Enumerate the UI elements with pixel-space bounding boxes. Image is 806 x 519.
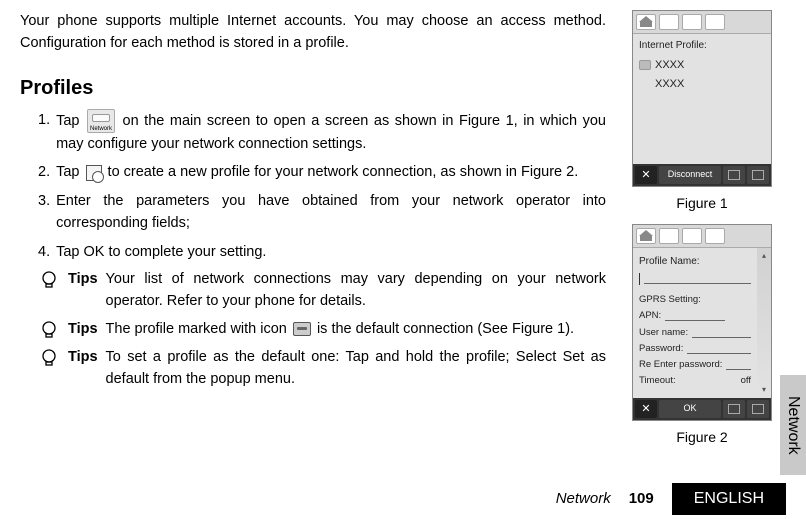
figure-2-label: Figure 2 — [676, 427, 727, 448]
phone-bottom-bar: ✕ OK — [633, 398, 771, 420]
profile-item-label: XXXX — [655, 76, 684, 93]
nav-icon[interactable] — [659, 14, 679, 30]
password-input — [687, 344, 751, 354]
tip-1: Tips Your list of network connections ma… — [38, 269, 606, 313]
step-body: Tap to create a new profile for your net… — [56, 161, 606, 183]
text-cursor — [639, 273, 640, 285]
nav-icon[interactable] — [659, 228, 679, 244]
nav-icon[interactable] — [682, 228, 702, 244]
profile-name-input[interactable] — [639, 273, 751, 285]
footer-section-title: Network — [556, 488, 611, 511]
close-icon[interactable]: ✕ — [635, 400, 657, 418]
tip-2: Tips The profile marked with icon is the… — [38, 319, 606, 341]
toolbar-icon[interactable] — [723, 166, 745, 184]
lightbulb-icon — [38, 269, 60, 291]
ok-button[interactable]: OK — [659, 400, 721, 418]
figure-2-phone: Profile Name: GPRS Setting: APN: User na… — [632, 224, 772, 421]
phone-body: Profile Name: GPRS Setting: APN: User na… — [633, 248, 757, 398]
phone-bottom-bar: ✕ Disconnect — [633, 164, 771, 186]
home-icon[interactable] — [636, 14, 656, 30]
profile-item[interactable]: XXXX — [639, 76, 765, 93]
step-2: 2. Tap to create a new profile for your … — [38, 161, 606, 183]
page-footer: Network 109 ENGLISH — [0, 483, 806, 515]
step-body: Tap OK to complete your setting. — [56, 241, 606, 263]
step-4: 4. Tap OK to complete your setting. — [38, 241, 606, 263]
down-arrow-icon[interactable]: ▾ — [762, 384, 766, 396]
main-column: Your phone supports multiple Internet ac… — [20, 10, 610, 454]
close-icon[interactable]: ✕ — [635, 166, 657, 184]
username-row[interactable]: User name: — [639, 326, 751, 340]
profile-name-label: Profile Name: — [639, 254, 751, 269]
timeout-value: off — [741, 374, 751, 388]
tip-label: Tips — [68, 269, 98, 313]
tip-label: Tips — [68, 319, 98, 341]
reenter-input — [726, 360, 751, 370]
apn-row[interactable]: APN: — [639, 309, 751, 323]
tip-body: The profile marked with icon is the defa… — [106, 319, 606, 341]
tip-label: Tips — [68, 347, 98, 391]
toolbar-icon[interactable] — [747, 400, 769, 418]
reenter-row[interactable]: Re Enter password: — [639, 358, 751, 372]
figure-1-label: Figure 1 — [676, 193, 727, 214]
nav-icon[interactable] — [682, 14, 702, 30]
apn-label: APN: — [639, 309, 661, 323]
footer-page-number: 109 — [629, 488, 654, 511]
disconnect-button[interactable]: Disconnect — [659, 166, 721, 184]
step-3: 3. Enter the parameters you have obtaine… — [38, 190, 606, 235]
page: Your phone supports multiple Internet ac… — [0, 0, 806, 494]
password-row[interactable]: Password: — [639, 342, 751, 356]
step-body: Enter the parameters you have obtained f… — [56, 190, 606, 235]
step-1: 1. Tap Network on the main screen to ope… — [38, 109, 606, 155]
profile-item-label: XXXX — [655, 57, 684, 74]
new-profile-icon — [86, 165, 102, 181]
profile-item-default[interactable]: XXXX — [639, 57, 765, 74]
footer-language-badge: ENGLISH — [672, 483, 786, 515]
step-number: 1. — [38, 109, 50, 155]
default-marker-icon — [639, 60, 651, 70]
nav-icon[interactable] — [705, 228, 725, 244]
tip-3: Tips To set a profile as the default one… — [38, 347, 606, 391]
step-number: 2. — [38, 161, 50, 183]
network-icon-label: Network — [88, 126, 114, 132]
apn-input — [665, 311, 725, 321]
side-tab: Network — [780, 375, 806, 475]
phone-top-bar — [633, 11, 771, 34]
step-body: Tap Network on the main screen to open a… — [56, 109, 606, 155]
side-tab-label: Network — [781, 396, 805, 455]
timeout-row[interactable]: Timeout: off — [639, 374, 751, 388]
up-arrow-icon[interactable]: ▴ — [762, 250, 766, 262]
toolbar-icon[interactable] — [747, 166, 769, 184]
phone-main: Profile Name: GPRS Setting: APN: User na… — [633, 248, 771, 398]
tip-body: To set a profile as the default one: Tap… — [106, 347, 606, 391]
tip-body: Your list of network connections may var… — [106, 269, 606, 313]
lightbulb-icon — [38, 319, 60, 341]
keyboard-icon[interactable] — [723, 400, 745, 418]
phone-top-bar — [633, 225, 771, 248]
phone-body: Internet Profile: XXXX XXXX — [633, 34, 771, 164]
step-number: 3. — [38, 190, 50, 235]
intro-text: Your phone supports multiple Internet ac… — [20, 10, 606, 65]
figures-column: Internet Profile: XXXX XXXX ✕ Disconnect… — [618, 10, 786, 454]
steps-list: 1. Tap Network on the main screen to ope… — [20, 109, 606, 263]
home-icon[interactable] — [636, 228, 656, 244]
profile-list-title: Internet Profile: — [639, 38, 765, 53]
username-input — [692, 328, 751, 338]
username-label: User name: — [639, 326, 688, 340]
lightbulb-icon — [38, 347, 60, 369]
section-heading: Profiles — [20, 73, 606, 103]
gprs-setting-label: GPRS Setting: — [639, 293, 751, 307]
default-connection-icon — [293, 322, 311, 336]
nav-icon[interactable] — [705, 14, 725, 30]
scroll-indicators: ▴ ▾ — [757, 248, 771, 398]
figure-1-phone: Internet Profile: XXXX XXXX ✕ Disconnect — [632, 10, 772, 187]
network-icon: Network — [87, 109, 115, 133]
reenter-label: Re Enter password: — [639, 358, 722, 372]
step-number: 4. — [38, 241, 50, 263]
timeout-label: Timeout: — [639, 374, 676, 388]
password-label: Password: — [639, 342, 683, 356]
